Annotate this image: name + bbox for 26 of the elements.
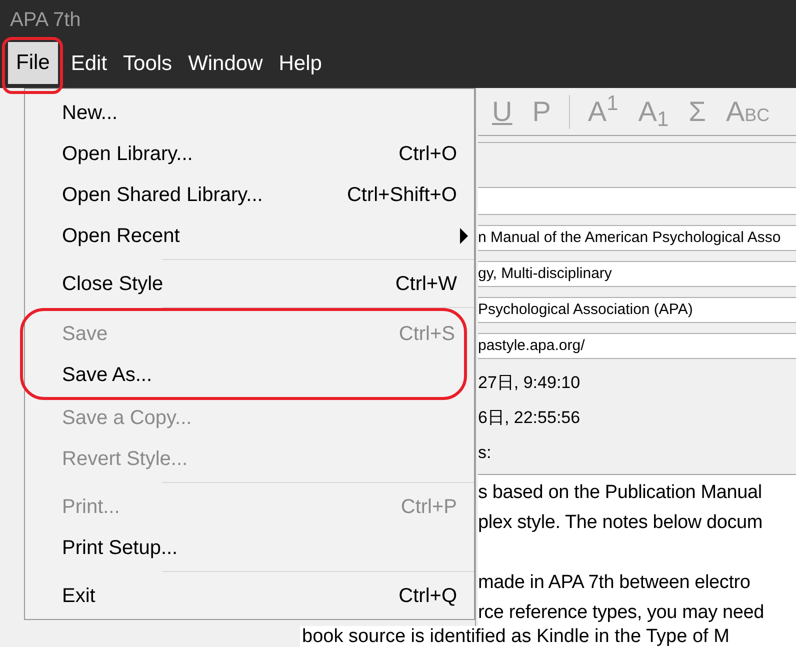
info-text: s:: [478, 442, 492, 464]
notes-text: rce reference types, you may need: [478, 601, 765, 625]
info-text: 27日, 9:49:10: [478, 372, 582, 394]
info-text: 6日, 22:55:56: [478, 406, 582, 429]
menu-bar-item[interactable]: Tools: [115, 40, 180, 88]
menu-item[interactable]: Open Recent: [25, 215, 474, 256]
text-field[interactable]: Psychological Association (APA): [478, 297, 796, 323]
menu-bar-item[interactable]: Help: [270, 40, 330, 88]
menu-item[interactable]: Close Style Ctrl+W: [25, 263, 474, 304]
menu-bar-item[interactable]: File: [8, 42, 58, 84]
notes-text: made in APA 7th between electro: [478, 571, 752, 595]
menu-bar-item[interactable]: Window: [180, 40, 271, 88]
menu-bar-item[interactable]: Edit: [62, 40, 116, 88]
menu-item[interactable]: Open Shared Library... Ctrl+Shift+O: [25, 174, 474, 215]
menu-item[interactable]: Exit Ctrl+Q: [25, 575, 474, 616]
text-field[interactable]: gy, Multi-disciplinary: [478, 261, 796, 287]
text-field[interactable]: pastyle.apa.org/: [478, 333, 796, 359]
menu-item[interactable]: Print Setup...: [25, 527, 474, 568]
text-field[interactable]: [478, 187, 796, 215]
notes-text: plex style. The notes below docum: [478, 511, 764, 535]
notes-text: s based on the Publication Manual: [478, 481, 763, 505]
submenu-arrow-icon: [459, 228, 469, 244]
menu-item[interactable]: Open Library... Ctrl+O: [25, 133, 474, 174]
text-field[interactable]: n Manual of the American Psychological Asso: [478, 225, 796, 251]
menu-item[interactable]: New...: [25, 92, 474, 133]
window-title: APA 7th: [10, 8, 81, 33]
